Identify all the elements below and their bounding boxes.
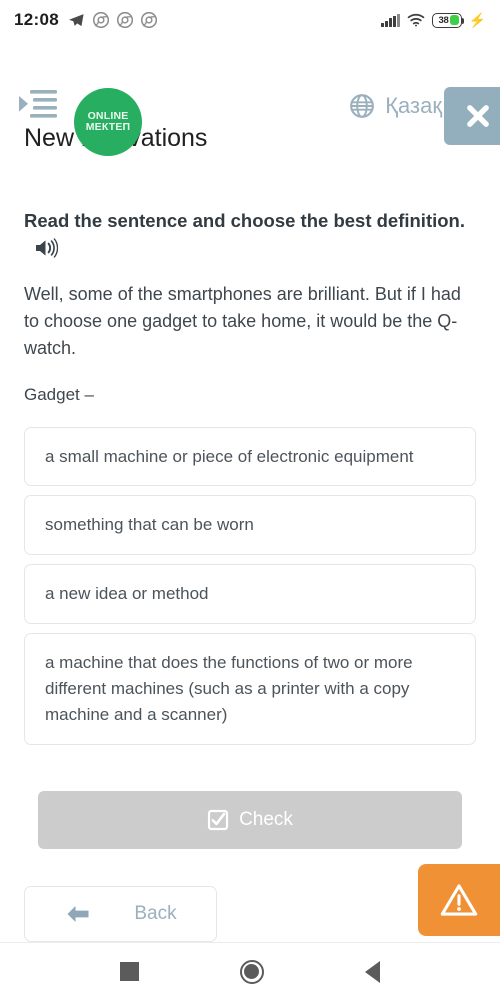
question-lead-in: Gadget –: [24, 384, 94, 404]
answer-option[interactable]: a new idea or method: [24, 564, 476, 625]
battery-percent: 38: [438, 14, 449, 26]
task-prompt: Read the sentence and choose the best de…: [24, 207, 476, 263]
task-prompt-block: Read the sentence and choose the best de…: [24, 207, 476, 263]
circle-home-icon[interactable]: [239, 959, 264, 984]
check-button-label: Check: [239, 808, 293, 830]
language-label: Қазақ: [385, 93, 442, 118]
android-nav-bar: [0, 942, 500, 1000]
answer-option[interactable]: a machine that does the functions of two…: [24, 633, 476, 745]
speaker-icon[interactable]: [34, 237, 58, 259]
check-button[interactable]: Check: [38, 790, 462, 849]
checkbox-icon: [207, 809, 229, 830]
warning-triangle-icon: [440, 884, 478, 916]
app-header: ONLINE МЕКТЕП Қазақ: [0, 40, 500, 156]
logo-line-2: МЕКТЕП: [85, 121, 131, 133]
wifi-icon: [407, 13, 424, 27]
battery-indicator: 38: [431, 12, 465, 28]
task-prompt-text: Read the sentence and choose the best de…: [24, 210, 465, 231]
close-button[interactable]: [444, 87, 500, 145]
charging-bolt-icon: ⚡: [468, 12, 486, 28]
triangle-back-icon[interactable]: [364, 960, 380, 983]
square-recents-icon[interactable]: [120, 962, 140, 981]
cellular-signal-icon: [381, 13, 400, 27]
bottom-action-row: Back: [0, 864, 500, 942]
phone-screen: 12:08 38 ⚡ ONLINE МЕКТЕП Қазақ New innov…: [0, 0, 500, 1000]
telegram-icon: [69, 13, 84, 26]
online-mektep-logo[interactable]: ONLINE МЕКТЕП: [74, 88, 142, 156]
close-icon: [467, 105, 489, 127]
answer-options-list: a small machine or piece of electronic e…: [24, 426, 476, 745]
answer-option[interactable]: something that can be worn: [24, 495, 476, 556]
globe-icon: [350, 94, 375, 118]
battery-fill: [450, 14, 460, 26]
status-time: 12:08: [14, 10, 59, 29]
chrome-icon: [92, 12, 109, 28]
passage-text: Well, some of the smartphones are brilli…: [24, 283, 461, 359]
indent-list-icon[interactable]: [18, 89, 58, 119]
chrome-icon: [116, 12, 133, 28]
language-selector[interactable]: Қазақ: [349, 93, 442, 119]
chrome-icon: [140, 12, 157, 28]
status-notification-icons: [68, 12, 157, 29]
arrow-left-icon: [67, 906, 89, 922]
back-button-label: Back: [134, 903, 177, 924]
lesson-content: New innovations Read the sentence and ch…: [0, 124, 500, 849]
back-button[interactable]: Back: [24, 886, 217, 942]
status-bar: 12:08 38 ⚡: [0, 0, 500, 40]
answer-option[interactable]: a small machine or piece of electronic e…: [24, 426, 476, 487]
status-system-icons: 38 ⚡: [381, 12, 486, 28]
report-problem-button[interactable]: [418, 864, 500, 936]
